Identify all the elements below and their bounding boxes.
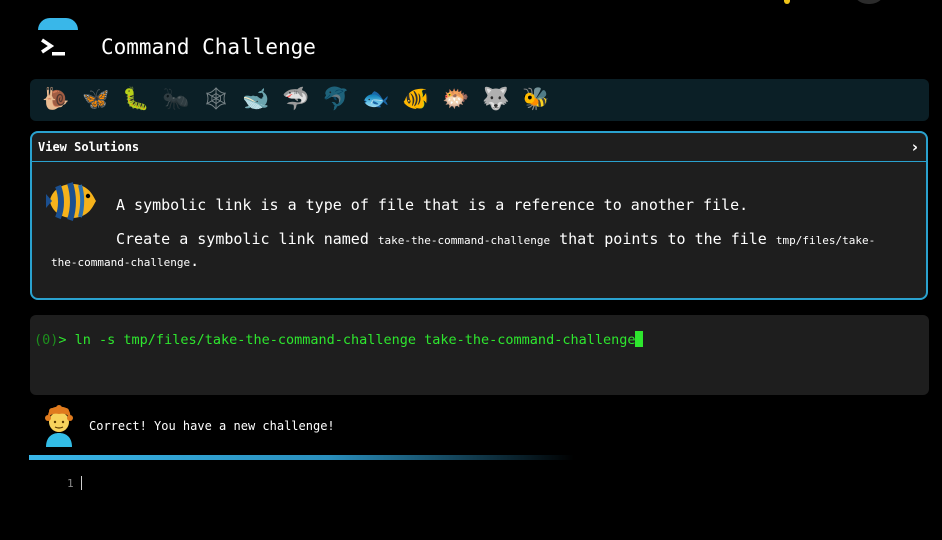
blowfish-icon[interactable]: 🐡	[436, 84, 476, 116]
bee-icon[interactable]: 🐝	[516, 84, 556, 116]
person-icon	[42, 405, 76, 447]
editor-cursor	[81, 476, 82, 490]
shark-icon[interactable]: 🦈	[276, 84, 316, 116]
header: Command Challenge	[38, 30, 316, 64]
result-text: Correct! You have a new challenge!	[89, 419, 335, 433]
challenge-description-intro: A symbolic link is a type of file that i…	[116, 196, 749, 214]
command-input[interactable]: ln -s tmp/files/take-the-command-challen…	[67, 332, 636, 348]
whale-icon[interactable]: 🐋	[236, 84, 276, 116]
terminal-cursor	[635, 331, 644, 347]
prompt-number: (0)	[34, 332, 59, 348]
page: Command Challenge 🐌 🦋 🐛 🐜 🕸 🐋 🦈 🐬 🐟 🐠 🐡 🐺 🐝 View Sol…	[0, 0, 942, 540]
chevron-right-icon[interactable]: ›	[912, 138, 918, 156]
fish-icon[interactable]: 🐟	[356, 84, 396, 116]
user-avatar-partial[interactable]	[852, 0, 886, 4]
snail-icon[interactable]: 🐌	[36, 84, 76, 116]
task-text: Create a symbolic link named	[116, 230, 378, 248]
progress-bar	[29, 455, 574, 460]
view-solutions-label[interactable]: View Solutions	[38, 140, 139, 154]
dolphin-icon[interactable]: 🐬	[316, 84, 356, 116]
task-text: .	[190, 252, 200, 270]
task-text: that points to the file	[550, 230, 776, 248]
caterpillar-icon[interactable]: 🐛	[116, 84, 156, 116]
tropical-fish-icon	[44, 178, 98, 224]
terminal[interactable]: (0)> ln -s tmp/files/take-the-command-ch…	[30, 315, 929, 395]
decorative-spark	[784, 0, 790, 4]
decorative-arc	[38, 18, 78, 30]
terminal-prompt-icon[interactable]	[38, 32, 68, 62]
butterfly-icon[interactable]: 🦋	[76, 84, 116, 116]
prompt-symbol: >	[58, 332, 67, 348]
page-title: Command Challenge	[101, 35, 316, 59]
view-solutions-header[interactable]: View Solutions ›	[32, 133, 926, 162]
line-number: 1	[67, 477, 74, 490]
wolf-icon[interactable]: 🐺	[476, 84, 516, 116]
challenge-progress-bar: 🐌 🦋 🐛 🐜 🕸 🐋 🦈 🐬 🐟 🐠 🐡 🐺 🐝	[30, 79, 929, 121]
link-name-code: take-the-command-challenge	[377, 234, 551, 247]
ant-icon[interactable]: 🐜	[156, 84, 196, 116]
challenge-description-task: Create a symbolic link named take-the-co…	[51, 229, 901, 273]
spider-web-icon[interactable]: 🕸	[196, 84, 236, 116]
tropical-fish-icon[interactable]: 🐠	[396, 84, 436, 116]
result-message: Correct! You have a new challenge!	[42, 405, 335, 447]
challenge-panel: View Solutions › A symbolic link is a ty…	[30, 131, 928, 300]
code-editor[interactable]: 1	[29, 470, 929, 530]
